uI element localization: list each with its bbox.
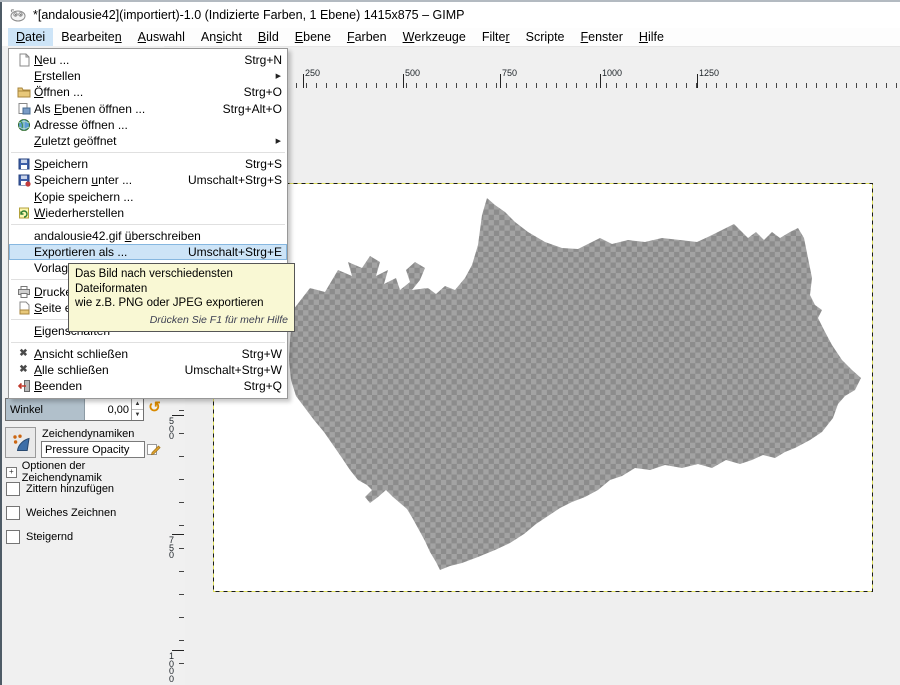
dynamics-options-expander[interactable]: + Optionen der Zeichendynamik	[6, 460, 164, 484]
save-as-icon	[13, 173, 34, 187]
menu-auswahl[interactable]: Auswahl	[130, 28, 193, 46]
window-left-border	[0, 2, 2, 685]
ruler-label: 750	[169, 537, 177, 560]
checkbox-label: Weiches Zeichnen	[26, 507, 116, 519]
canvas-area[interactable]	[185, 88, 900, 685]
ruler-label: 500	[169, 418, 177, 441]
checkbox-icon[interactable]	[6, 530, 20, 544]
menu-fenster[interactable]: Fenster	[573, 28, 631, 46]
menu-bearbeiten[interactable]: Bearbeiten	[53, 28, 129, 46]
window-title: *[andalousie42](importiert)-1.0 (Indizie…	[33, 8, 464, 22]
menu-item-neu[interactable]: Neu ... Strg+N	[9, 52, 287, 68]
spin-down-icon[interactable]: ▼	[132, 410, 143, 420]
spin-up-icon[interactable]: ▲	[132, 399, 143, 410]
ruler-label: 250	[305, 68, 320, 78]
menu-ansicht[interactable]: Ansicht	[193, 28, 250, 46]
angle-slider-fill: Winkel	[6, 399, 85, 420]
expand-plus-icon[interactable]: +	[6, 467, 17, 478]
menu-item-kopie-speichern[interactable]: Kopie speichern ...	[9, 189, 287, 205]
menu-bar: Datei Bearbeiten Auswahl Ansicht Bild Eb…	[2, 28, 900, 47]
edit-dynamics-icon[interactable]	[146, 442, 161, 460]
globe-icon	[13, 118, 34, 132]
menu-item-ansicht-schliessen[interactable]: ✖ Ansicht schließen Strg+W	[9, 346, 287, 362]
menu-item-alle-schliessen[interactable]: ✖ Alle schließen Umschalt+Strg+W	[9, 362, 287, 378]
ruler-label: 750	[502, 68, 517, 78]
close-all-icon: ✖	[13, 365, 34, 375]
menu-item-zuletzt-geoeffnet[interactable]: Zuletzt geöffnet ▶	[9, 133, 287, 149]
menu-bild[interactable]: Bild	[250, 28, 287, 46]
ruler-label: 500	[405, 68, 420, 78]
ruler-label: 1250	[699, 68, 719, 78]
checkbox-icon[interactable]	[6, 482, 20, 496]
menu-separator	[11, 224, 285, 225]
printer-icon	[13, 285, 34, 299]
submenu-arrow-icon: ▶	[276, 137, 282, 145]
menu-item-speichern-unter[interactable]: Speichern unter ... Umschalt+Strg+S	[9, 172, 287, 188]
angle-label: Winkel	[10, 404, 43, 416]
ruler-major-tick	[600, 74, 601, 88]
dynamics-options-label: Optionen der Zeichendynamik	[22, 460, 164, 484]
menu-datei[interactable]: Datei	[8, 28, 53, 46]
menu-item-adresse-oeffnen[interactable]: Adresse öffnen ...	[9, 117, 287, 133]
angle-value: 0,00	[85, 399, 131, 420]
menu-separator	[11, 342, 285, 343]
submenu-arrow-icon: ▶	[276, 72, 282, 80]
gimp-wilber-icon	[9, 8, 27, 22]
checkbox-label: Zittern hinzufügen	[26, 483, 114, 495]
close-view-icon: ✖	[13, 349, 34, 359]
paint-dynamics-button[interactable]	[5, 427, 36, 458]
checkbox-weiches-zeichnen[interactable]: Weiches Zeichnen	[6, 506, 116, 520]
menu-item-beenden[interactable]: Beenden Strg+Q	[9, 378, 287, 394]
menu-item-als-ebenen-oeffnen[interactable]: Als Ebenen öffnen ... Strg+Alt+O	[9, 101, 287, 117]
paint-dynamics-input[interactable]	[41, 441, 145, 458]
export-tooltip: Das Bild nach verschiedensten Dateiforma…	[68, 263, 295, 332]
paint-dynamics-label: Zeichendynamiken	[42, 428, 134, 440]
revert-icon	[13, 206, 34, 220]
checkbox-zittern[interactable]: Zittern hinzufügen	[6, 482, 114, 496]
menu-filter[interactable]: Filter	[474, 28, 518, 46]
quit-icon	[13, 379, 34, 393]
page-setup-icon	[13, 301, 34, 315]
ruler-major-tick	[303, 74, 304, 88]
angle-slider[interactable]: Winkel 0,00 ▲ ▼	[5, 398, 144, 421]
ruler-label: 1000	[169, 653, 177, 683]
ruler-major-tick	[403, 74, 404, 88]
menu-item-ueberschreiben[interactable]: andalousie42.gif überschreiben	[9, 228, 287, 244]
checkbox-icon[interactable]	[6, 506, 20, 520]
menu-hilfe[interactable]: Hilfe	[631, 28, 672, 46]
ruler-label: 1000	[602, 68, 622, 78]
file-menu-dropdown: Neu ... Strg+N Erstellen ▶ Öffnen ... St…	[8, 48, 288, 399]
ruler-major-tick	[697, 74, 698, 88]
menu-farben[interactable]: Farben	[339, 28, 395, 46]
paint-dynamics-icon	[11, 433, 31, 453]
save-icon	[13, 157, 34, 171]
checkbox-label: Steigernd	[26, 531, 73, 543]
menu-ebene[interactable]: Ebene	[287, 28, 339, 46]
reset-arrow-icon[interactable]: ↺	[146, 398, 163, 418]
open-as-layers-icon	[13, 102, 34, 116]
checkbox-steigernd[interactable]: Steigernd	[6, 530, 73, 544]
menu-item-exportieren-als[interactable]: Exportieren als ... Umschalt+Strg+E	[9, 244, 287, 260]
tooltip-hint: Drücken Sie F1 für mehr Hilfe	[75, 313, 288, 328]
menu-item-erstellen[interactable]: Erstellen ▶	[9, 68, 287, 84]
menu-item-wiederherstellen[interactable]: Wiederherstellen	[9, 205, 287, 221]
canvas-image[interactable]	[213, 183, 873, 592]
tooltip-line1: Das Bild nach verschiedensten Dateiforma…	[75, 267, 288, 296]
menu-separator	[11, 152, 285, 153]
menu-item-speichern[interactable]: Speichern Strg+S	[9, 156, 287, 172]
menu-scripte[interactable]: Scripte	[518, 28, 573, 46]
title-bar: *[andalousie42](importiert)-1.0 (Indizie…	[2, 2, 900, 28]
menu-werkzeuge[interactable]: Werkzeuge	[395, 28, 474, 46]
ruler-major-tick	[500, 74, 501, 88]
open-folder-icon	[13, 85, 34, 99]
new-document-icon	[13, 53, 34, 67]
menu-item-oeffnen[interactable]: Öffnen ... Strg+O	[9, 84, 287, 100]
angle-spinner[interactable]: ▲ ▼	[131, 399, 143, 420]
tooltip-line2: wie z.B. PNG oder JPEG exportieren	[75, 296, 288, 311]
